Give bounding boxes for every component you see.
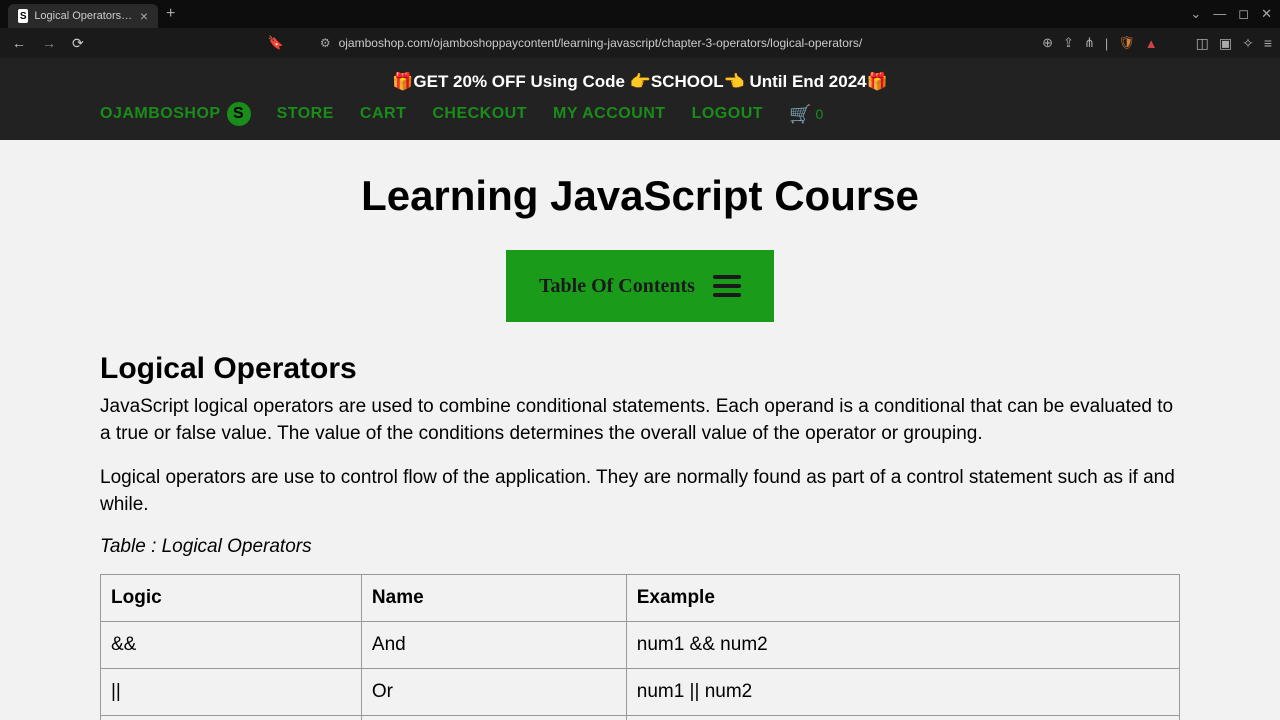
bookmark-icon[interactable]: 🔖 <box>268 35 284 51</box>
cell-logic: || <box>101 669 362 716</box>
forward-button[interactable]: → <box>38 31 60 55</box>
tab-title: Logical Operators - Ojambo <box>34 10 134 22</box>
cell-example: !num1 <box>626 716 1179 720</box>
window-controls: ⌄ — ◻ ✕ <box>1190 6 1272 22</box>
course-title: Learning JavaScript Course <box>100 172 1180 220</box>
browser-tab[interactable]: S Logical Operators - Ojambo × <box>8 4 158 28</box>
tab-bar: S Logical Operators - Ojambo × + ⌄ — ◻ ✕ <box>0 0 1280 28</box>
cart-icon: 🛒 <box>789 104 811 125</box>
rss-icon[interactable]: ⋔ <box>1084 35 1095 51</box>
chevron-down-icon[interactable]: ⌄ <box>1190 6 1201 22</box>
table-row: || Or num1 || num2 <box>101 669 1180 716</box>
nav-checkout[interactable]: CHECKOUT <box>432 105 527 123</box>
site-header: 🎁GET 20% OFF Using Code 👉SCHOOL👈 Until E… <box>0 58 1280 140</box>
browser-menu: ◫ ▣ ✧ ≡ <box>1196 35 1272 52</box>
new-tab-button[interactable]: + <box>166 5 175 23</box>
paragraph-1: JavaScript logical operators are used to… <box>100 394 1180 447</box>
sidebar-icon[interactable]: ◫ <box>1196 35 1209 52</box>
nav-cart[interactable]: CART <box>360 105 406 123</box>
hamburger-icon <box>713 275 741 297</box>
tab-favicon: S <box>18 9 28 23</box>
maximize-icon[interactable]: ◻ <box>1238 6 1249 22</box>
main-nav: OJAMBOSHOP S STORE CART CHECKOUT MY ACCO… <box>0 102 1280 126</box>
tab-close-icon[interactable]: × <box>140 8 148 24</box>
separator: | <box>1105 36 1108 51</box>
back-button[interactable]: ← <box>8 31 30 55</box>
page-viewport[interactable]: 🎁GET 20% OFF Using Code 👉SCHOOL👈 Until E… <box>0 58 1280 720</box>
warning-icon[interactable]: ▲ <box>1145 36 1158 51</box>
promo-banner: 🎁GET 20% OFF Using Code 👉SCHOOL👈 Until E… <box>0 68 1280 102</box>
url-text: ojamboshop.com/ojamboshoppaycontent/lear… <box>339 36 863 50</box>
toc-label: Table Of Contents <box>539 275 695 298</box>
url-bar: ← → ⟳ 🔖 ⚙ ojamboshop.com/ojamboshoppayco… <box>0 28 1280 58</box>
toc-button[interactable]: Table Of Contents <box>506 250 774 322</box>
nav-account[interactable]: MY ACCOUNT <box>553 105 666 123</box>
shield-icon[interactable]: 🛡 <box>1118 35 1135 51</box>
nav-logout[interactable]: LOGOUT <box>692 105 763 123</box>
th-name: Name <box>361 575 626 622</box>
extensions-icon[interactable]: ✧ <box>1242 35 1254 52</box>
site-settings-icon[interactable]: ⚙ <box>320 36 331 50</box>
operators-table: Logic Name Example && And num1 && num2 |… <box>100 574 1180 720</box>
cell-name: Not <box>361 716 626 720</box>
section-title: Logical Operators <box>100 352 1180 386</box>
close-window-icon[interactable]: ✕ <box>1261 6 1272 22</box>
cell-name: And <box>361 622 626 669</box>
nav-store[interactable]: STORE <box>277 105 334 123</box>
th-example: Example <box>626 575 1179 622</box>
paragraph-2: Logical operators are use to control flo… <box>100 465 1180 518</box>
cart-count: 0 <box>815 106 823 122</box>
reload-button[interactable]: ⟳ <box>68 31 88 56</box>
zoom-icon[interactable]: ⊕ <box>1042 35 1053 51</box>
browser-chrome: S Logical Operators - Ojambo × + ⌄ — ◻ ✕… <box>0 0 1280 58</box>
minimize-icon[interactable]: — <box>1213 6 1226 22</box>
brand-text: OJAMBOSHOP <box>100 105 221 123</box>
cell-logic: ! <box>101 716 362 720</box>
main-content: Learning JavaScript Course Table Of Cont… <box>0 140 1280 720</box>
nav-brand[interactable]: OJAMBOSHOP S <box>100 102 251 126</box>
menu-icon[interactable]: ≡ <box>1264 35 1272 52</box>
cell-example: num1 || num2 <box>626 669 1179 716</box>
cell-logic: && <box>101 622 362 669</box>
cell-name: Or <box>361 669 626 716</box>
table-caption: Table : Logical Operators <box>100 536 1180 558</box>
table-row: && And num1 && num2 <box>101 622 1180 669</box>
share-icon[interactable]: ⇪ <box>1063 35 1074 51</box>
table-row: ! Not !num1 <box>101 716 1180 720</box>
nav-cart-icon-link[interactable]: 🛒 0 <box>789 104 823 125</box>
th-logic: Logic <box>101 575 362 622</box>
table-header-row: Logic Name Example <box>101 575 1180 622</box>
url-actions: ⊕ ⇪ ⋔ | 🛡 ▲ <box>1042 35 1158 51</box>
cell-example: num1 && num2 <box>626 622 1179 669</box>
brand-logo-icon: S <box>227 102 251 126</box>
address-bar[interactable]: 🔖 ⚙ ojamboshop.com/ojamboshoppaycontent/… <box>96 35 1034 51</box>
reader-icon[interactable]: ▣ <box>1219 35 1232 52</box>
